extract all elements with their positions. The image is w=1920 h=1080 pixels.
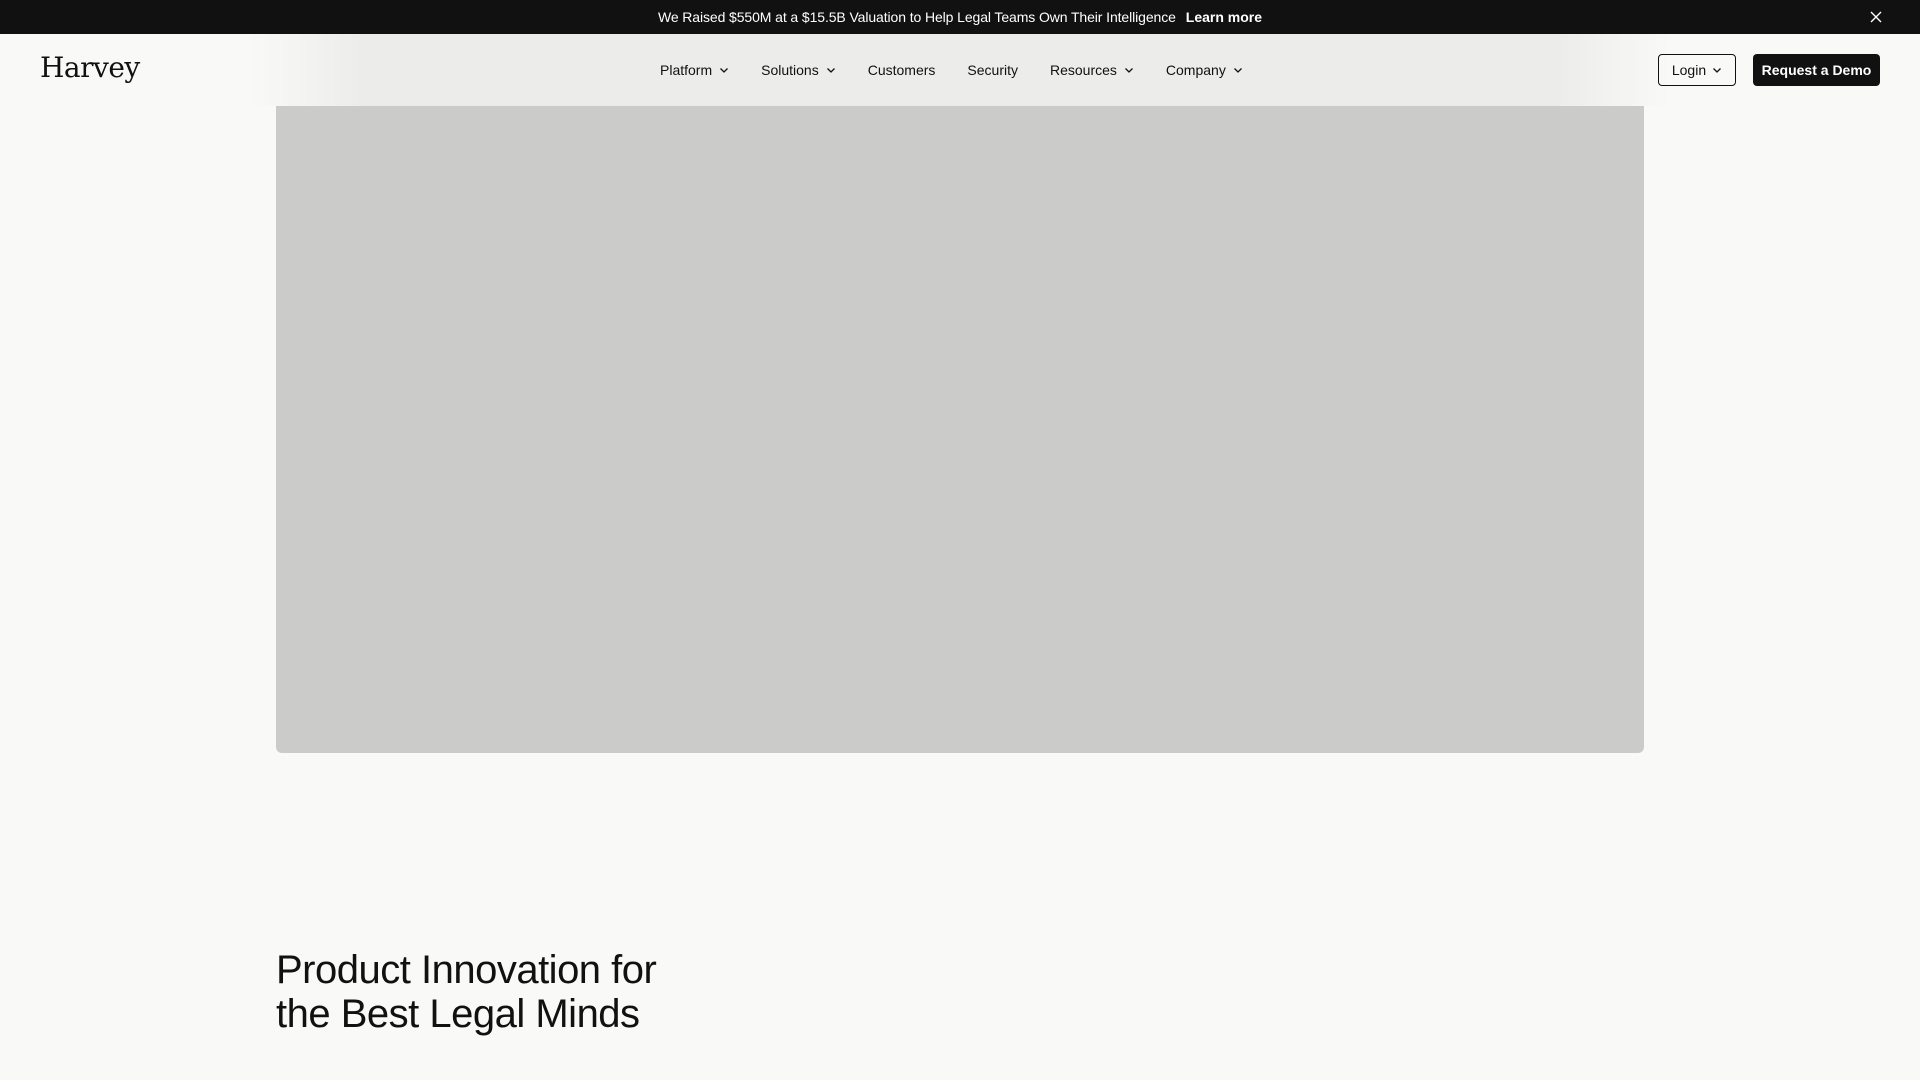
nav-item-label: Resources [1049, 62, 1117, 78]
chevron-down-icon [1124, 68, 1133, 73]
nav-item-label: Customers [867, 62, 936, 78]
chevron-down-icon [826, 68, 835, 73]
announcement-bar: We Raised $550M at a $15.5B Valuation to… [0, 0, 1920, 34]
nav-item-security[interactable]: Security [967, 62, 1018, 78]
nav-item-customers[interactable]: Customers [868, 62, 936, 78]
headline-line-1: Product Innovation for [276, 948, 657, 992]
announcement-message: We Raised $550M at a $15.5B Valuation to… [657, 9, 1176, 25]
nav-item-label: Solutions [761, 62, 819, 78]
nav-item-label: Platform [660, 62, 713, 78]
chevron-down-icon [720, 68, 729, 73]
login-label: Login [1671, 62, 1707, 78]
nav-item-platform[interactable]: Platform [660, 62, 729, 78]
main-nav: Platform Solutions Customers Security Re… [660, 34, 1275, 106]
nav-item-company[interactable]: Company [1166, 62, 1243, 78]
headline-line-2: the Best Legal Minds [276, 992, 640, 1036]
site-header: Harvey Platform Solutions Customers Secu… [0, 34, 1920, 106]
nav-item-resources[interactable]: Resources [1050, 62, 1134, 78]
chevron-down-icon [1713, 68, 1722, 73]
nav-item-label: Company [1165, 62, 1226, 78]
learn-more-link[interactable]: Learn more [1186, 9, 1262, 25]
login-button[interactable]: Login [1658, 54, 1736, 86]
close-icon[interactable] [1868, 9, 1884, 25]
nav-item-solutions[interactable]: Solutions [761, 62, 836, 78]
harvey-logo[interactable]: Harvey [40, 51, 140, 84]
nav-item-label: Security [967, 62, 1018, 78]
hero-media-placeholder [276, 106, 1644, 753]
section-headline: Product Innovation for the Best Legal Mi… [276, 948, 756, 1036]
request-demo-button[interactable]: Request a Demo [1753, 54, 1880, 86]
chevron-down-icon [1233, 68, 1242, 73]
